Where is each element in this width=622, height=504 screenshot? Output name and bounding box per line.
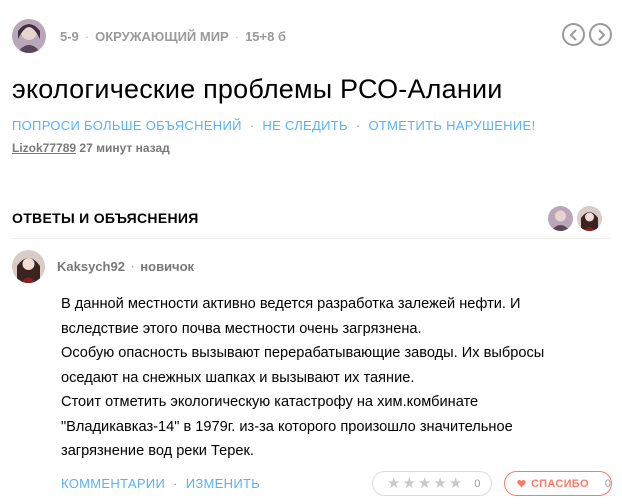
subject-label[interactable]: ОКРУЖАЮЩИЙ МИР [95,29,229,44]
chevron-right-icon [597,28,605,41]
edit-link[interactable]: ИЗМЕНИТЬ [186,476,260,491]
previous-question-button[interactable] [562,23,585,46]
comments-link[interactable]: КОММЕНТАРИИ [61,476,165,491]
question-author-link[interactable]: Lizok77789 [12,141,76,155]
answerers-avatars [548,206,602,231]
answer-line: В данной местности активно ведется разра… [61,296,521,312]
star-icon[interactable]: ★ [449,476,462,491]
answer-author-rank: новичок [140,259,195,274]
unfollow-link[interactable]: НЕ СЛЕДИТЬ [262,118,347,133]
points-label: 15+8 б [245,28,286,44]
meta-separator: · [129,257,136,275]
asker-avatar[interactable] [12,19,46,53]
answers-heading: ОТВЕТЫ И ОБЪЯСНЕНИЯ [12,210,199,226]
answer-line: загрязнение вод реки Терек. [61,443,254,459]
grade-label[interactable]: 5-9 [60,29,79,44]
next-question-button[interactable] [589,23,612,46]
thanks-count: 0 [604,477,611,490]
rating-count: 0 [474,477,481,490]
star-icon[interactable]: ★ [433,476,446,491]
question-time: 27 минут назад [79,141,170,155]
thanks-button[interactable]: СПАСИБО 0 [504,471,612,496]
question-actions: ПОПРОСИ БОЛЬШЕ ОБЪЯСНЕНИЙ · НЕ СЛЕДИТЬ ·… [12,118,535,133]
answerer-avatar[interactable] [548,206,573,231]
star-icon[interactable]: ★ [418,476,431,491]
thanks-label: СПАСИБО [530,477,589,490]
actions-separator: · [173,476,178,491]
answer-line: "Владикавказ-14" в 1979г. из-за которого… [61,418,513,435]
answer-line: оседают на снежных шапках и вызывают их … [61,369,415,386]
section-divider [12,238,610,239]
answer-body: В данной местности активно ведется разра… [61,292,601,464]
answer-author-name[interactable]: Kaksych92 [57,259,125,274]
answer-line: Стоит отметить экологическую катастрофу … [61,394,479,410]
answer-author-avatar[interactable] [12,250,45,283]
more-explanations-link[interactable]: ПОПРОСИ БОЛЬШЕ ОБЪЯСНЕНИЙ [12,118,242,133]
actions-separator: · [249,118,255,133]
star-icon[interactable]: ★ [402,476,415,491]
meta-separator: · [234,28,240,44]
question-author-line: Lizok77789 27 минут назад [12,141,170,155]
question-header: 5-9 · ОКРУЖАЮЩИЙ МИР · 15+8 б [12,17,612,55]
answer-rating: ★ ★ ★ ★ ★ 0 [372,471,492,496]
answerer-avatar[interactable] [577,206,602,231]
report-link[interactable]: ОТМЕТИТЬ НАРУШЕНИЕ! [368,118,535,133]
rating-stars: ★ ★ ★ ★ ★ [387,476,462,491]
heart-icon [517,479,526,488]
question-title: экологические проблемы РСО-Алании [12,74,503,104]
answer-author: Kaksych92 · новичок [12,250,194,283]
question-meta: 5-9 · ОКРУЖАЮЩИЙ МИР · 15+8 б [60,29,286,44]
meta-separator: · [84,28,90,44]
question-navigation [562,23,612,46]
chevron-left-icon [569,28,577,41]
answer-actions: КОММЕНТАРИИ · ИЗМЕНИТЬ [61,476,260,491]
answer-line: вследствие этого почва местности очень з… [61,320,422,337]
actions-separator: · [355,118,361,133]
star-icon[interactable]: ★ [387,476,400,491]
answer-line: Особую опасность вызывают перерабатывающ… [61,345,545,361]
